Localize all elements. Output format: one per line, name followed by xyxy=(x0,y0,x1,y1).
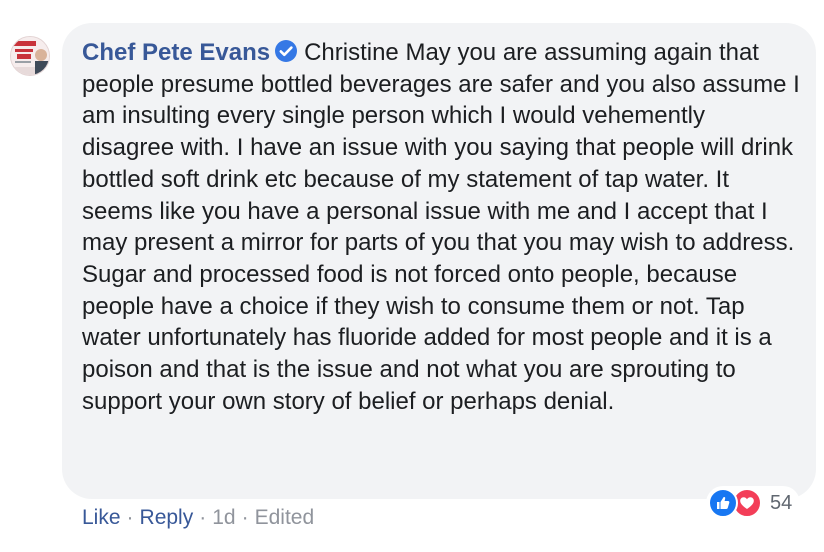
comment-view: Chef Pete Evans Christine May you are ass… xyxy=(0,0,824,552)
separator-dot: · xyxy=(199,506,207,529)
like-link[interactable]: Like xyxy=(82,506,121,529)
author-avatar[interactable] xyxy=(10,36,50,76)
verified-badge-icon xyxy=(275,40,298,62)
comment-timestamp[interactable]: 1d xyxy=(212,506,235,529)
author-name[interactable]: Chef Pete Evans xyxy=(82,39,270,66)
comment-text: Christine May you are assuming again tha… xyxy=(82,39,800,415)
edited-label[interactable]: Edited xyxy=(255,506,315,529)
comment-bubble: Chef Pete Evans Christine May you are ass… xyxy=(62,23,816,499)
separator-dot: · xyxy=(126,506,134,529)
comment-actions: Like · Reply · 1d · Edited xyxy=(82,506,314,530)
like-icon xyxy=(708,488,738,518)
reply-link[interactable]: Reply xyxy=(140,506,194,529)
comment-body: Chef Pete Evans Christine May you are ass… xyxy=(82,37,802,417)
profile-avatar-icon xyxy=(11,37,49,75)
reaction-count: 54 xyxy=(770,491,793,514)
separator-dot: · xyxy=(241,506,249,529)
previous-content-cut-off xyxy=(84,0,91,8)
reactions-summary[interactable]: 54 xyxy=(706,486,801,520)
